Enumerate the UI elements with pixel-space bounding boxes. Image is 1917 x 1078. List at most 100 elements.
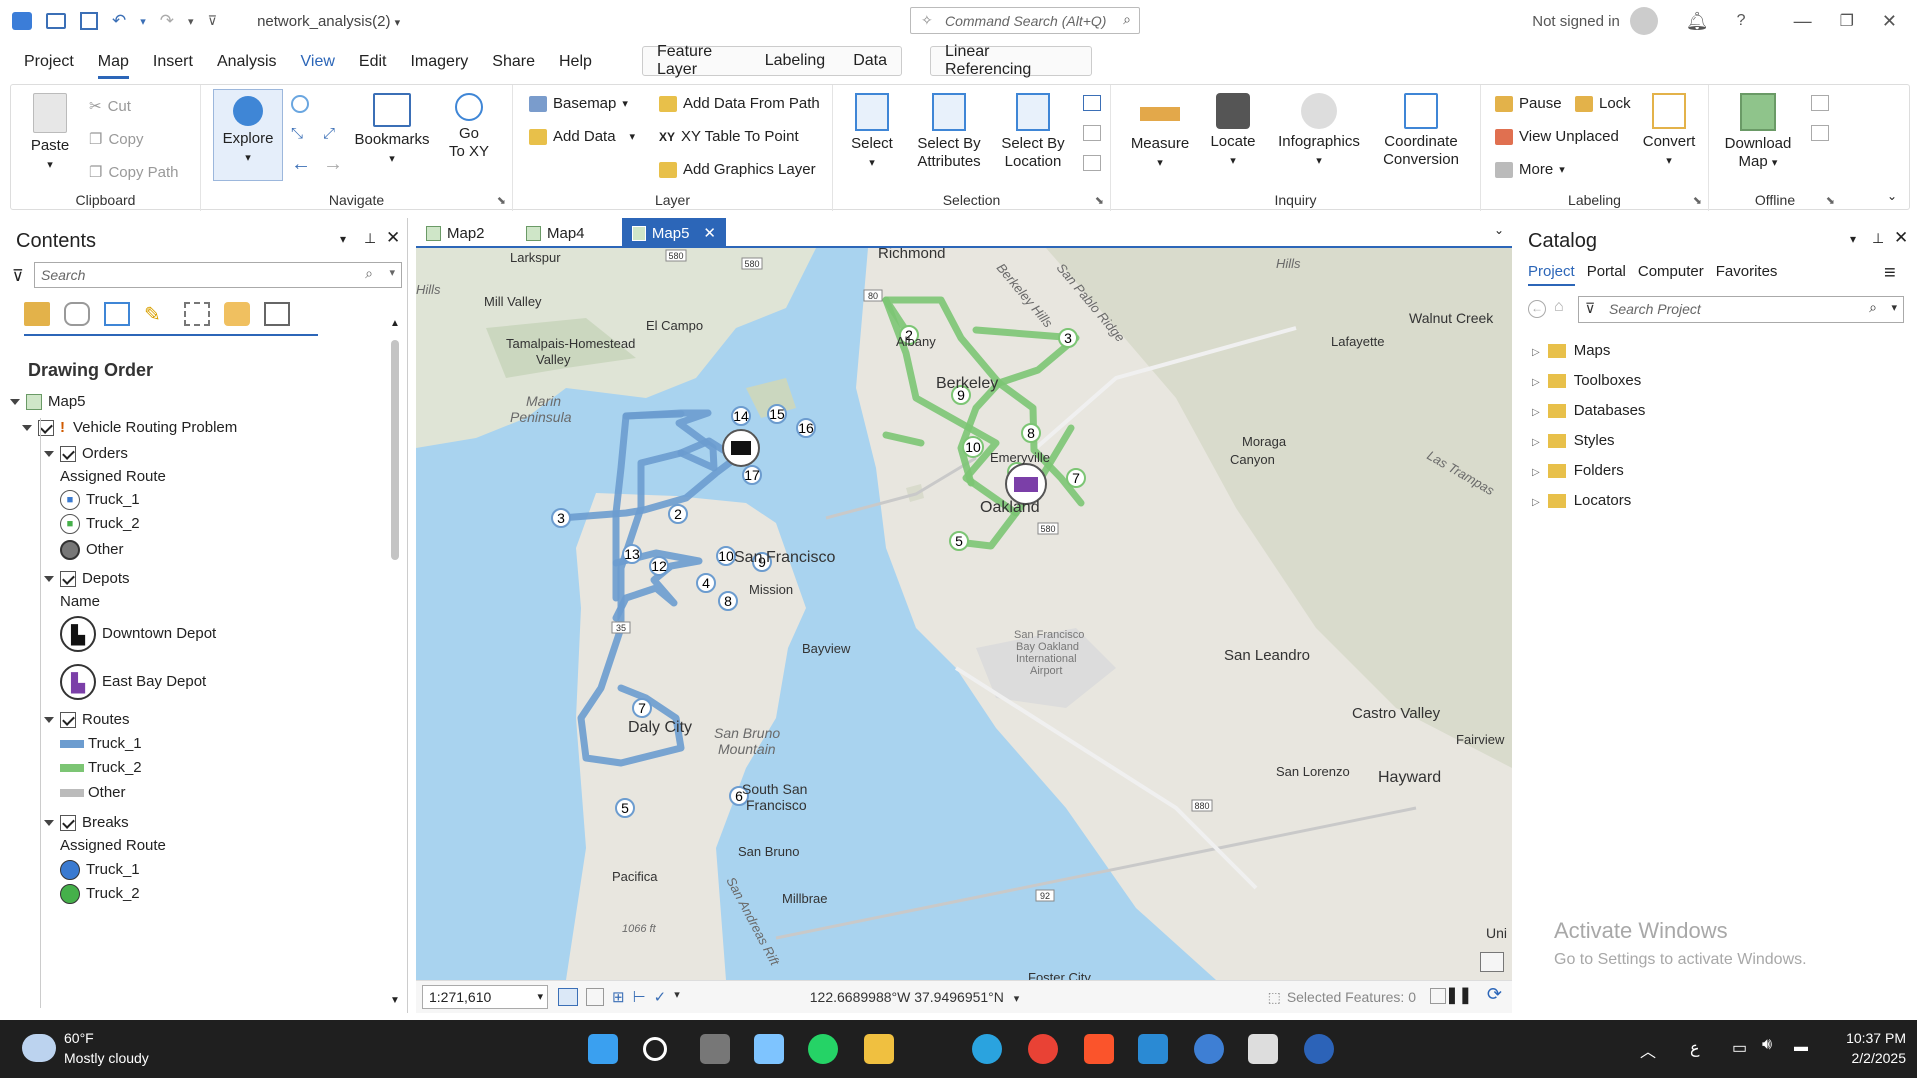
editing-view-icon[interactable]: ✎: [144, 302, 170, 326]
constraints-icon[interactable]: ✓: [654, 988, 667, 1006]
lock-labeling-button[interactable]: Lock: [1575, 95, 1631, 112]
search-icon[interactable]: ⌕: [1123, 11, 1131, 28]
show-hidden-icons[interactable]: ︿: [1640, 1038, 1656, 1062]
bookmarks-button[interactable]: Bookmarks ▾: [353, 93, 431, 168]
convert-button[interactable]: Convert ▾: [1637, 93, 1701, 170]
tab-project[interactable]: Project: [12, 53, 86, 71]
pause-drawing-icon[interactable]: ❚❚: [1445, 985, 1472, 1005]
scroll-thumb[interactable]: [391, 340, 399, 560]
chevron-down-icon[interactable]: ▾: [1014, 993, 1020, 1005]
search-icon[interactable]: [643, 1037, 667, 1061]
minimize-icon[interactable]: —: [1794, 11, 1812, 32]
vscode-icon[interactable]: [1138, 1034, 1168, 1064]
tab-overflow-icon[interactable]: ⌄: [1494, 223, 1504, 237]
search-icon[interactable]: ⌕: [365, 265, 373, 282]
breaks-checkbox[interactable]: [60, 815, 76, 832]
snapping-view-icon[interactable]: [184, 302, 210, 326]
snapping-icon[interactable]: ⊞: [612, 988, 625, 1006]
measure-button[interactable]: Measure ▾: [1129, 93, 1191, 172]
map-node[interactable]: Map5: [10, 393, 86, 411]
tab-edit[interactable]: Edit: [347, 53, 399, 71]
expand-icon[interactable]: ▷: [1532, 347, 1540, 358]
pane-options-icon[interactable]: ▾: [1850, 232, 1856, 246]
vrp-layer[interactable]: ! Vehicle Routing Problem: [22, 419, 237, 437]
full-extent-icon[interactable]: [291, 95, 309, 113]
undo-icon[interactable]: ↶: [112, 11, 126, 31]
contents-search-input[interactable]: Search ⌕ ▾: [34, 262, 402, 288]
grid-icon[interactable]: [558, 988, 578, 1006]
tab-insert[interactable]: Insert: [141, 53, 205, 71]
arcgis-app-icon[interactable]: [1304, 1034, 1334, 1064]
map-view[interactable]: 2 3 9 8 10 6 7 5 14 15 16 18 17 3 2 13 1…: [416, 248, 1512, 980]
avatar[interactable]: [1629, 7, 1658, 35]
clock-time[interactable]: 10:37 PM: [1836, 1030, 1906, 1046]
redo-dropdown-icon[interactable]: ▾: [188, 15, 194, 28]
expand-icon[interactable]: ▷: [1532, 437, 1540, 448]
tab-help[interactable]: Help: [547, 53, 604, 71]
catalog-item-maps[interactable]: ▷ Maps: [1532, 342, 1610, 359]
back-icon[interactable]: ←: [1528, 300, 1546, 318]
scroll-down-icon[interactable]: ▼: [390, 995, 400, 1006]
tab-imagery[interactable]: Imagery: [398, 53, 480, 71]
tab-map4[interactable]: Map4: [516, 218, 595, 248]
language-indicator[interactable]: ع: [1690, 1038, 1700, 1058]
selected-features-status[interactable]: ⬚ Selected Features: 0: [1268, 989, 1416, 1006]
select-by-location-button[interactable]: Select By Location: [993, 93, 1073, 171]
download-map-button[interactable]: Download Map ▾: [1715, 93, 1801, 172]
chevron-down-icon[interactable]: ▾: [1891, 301, 1897, 314]
orders-checkbox[interactable]: [60, 446, 76, 463]
clock-date[interactable]: 2/2/2025: [1836, 1050, 1907, 1066]
breaks-layer[interactable]: Breaks: [44, 814, 129, 832]
close-icon[interactable]: ✕: [703, 224, 716, 242]
basemap-button[interactable]: Basemap ▾: [529, 95, 628, 112]
weather-icon[interactable]: [22, 1034, 56, 1062]
tab-share[interactable]: Share: [480, 53, 547, 71]
redo-icon[interactable]: ↷: [160, 11, 174, 31]
table-grid-icon[interactable]: [586, 988, 604, 1006]
attributes-icon[interactable]: [1083, 95, 1101, 111]
scale-dropdown[interactable]: 1:271,610 ▾: [422, 985, 548, 1009]
home-icon[interactable]: ⌂: [1554, 298, 1564, 316]
pin-icon[interactable]: ⊥: [364, 230, 376, 247]
tab-feature-layer[interactable]: Feature Layer: [643, 43, 751, 79]
fixed-zoom-in-icon[interactable]: ⤡: [291, 125, 303, 142]
undo-dropdown-icon[interactable]: ▾: [140, 15, 146, 28]
arcgis-app-icon[interactable]: [12, 12, 32, 30]
close-icon[interactable]: ✕: [386, 228, 400, 248]
charts-view-icon[interactable]: [264, 302, 290, 326]
catalog-item-styles[interactable]: ▷ Styles: [1532, 432, 1615, 449]
battery-icon[interactable]: ▬: [1794, 1038, 1808, 1054]
volume-icon[interactable]: 🔊︎: [1762, 1036, 1772, 1054]
tab-map2[interactable]: Map2: [416, 218, 495, 248]
pin-icon[interactable]: ⊥: [1872, 230, 1884, 247]
tab-view[interactable]: View: [289, 53, 347, 71]
expand-icon[interactable]: ▷: [1532, 467, 1540, 478]
more-labeling-button[interactable]: More ▾: [1495, 161, 1565, 178]
add-data-from-path-button[interactable]: Add Data From Path: [659, 95, 820, 112]
catalog-tab-project[interactable]: Project: [1528, 263, 1575, 286]
sync-icon[interactable]: [1811, 95, 1829, 111]
coordinate-conversion-button[interactable]: Coordinate Conversion: [1373, 93, 1469, 169]
next-extent-icon[interactable]: →: [323, 153, 343, 176]
depots-layer[interactable]: Depots: [44, 570, 130, 588]
select-by-attributes-button[interactable]: Select By Attributes: [905, 93, 993, 171]
go-to-xy-button[interactable]: Go To XY: [441, 93, 497, 161]
weather-temp[interactable]: 60°F: [64, 1030, 94, 1046]
catalog-item-databases[interactable]: ▷ Databases: [1532, 402, 1645, 419]
catalog-tab-portal[interactable]: Portal: [1587, 263, 1626, 286]
fixed-zoom-out-icon[interactable]: ⤢: [323, 125, 335, 142]
save-icon[interactable]: [80, 12, 98, 30]
task-view-icon[interactable]: [700, 1034, 730, 1064]
weather-text[interactable]: Mostly cloudy: [64, 1050, 149, 1066]
pause-labeling-button[interactable]: Pause: [1495, 95, 1562, 112]
catalog-item-folders[interactable]: ▷ Folders: [1532, 462, 1624, 479]
locate-button[interactable]: Locate ▾: [1205, 93, 1261, 170]
drawing-order-icon[interactable]: [24, 302, 50, 326]
selection-view-icon[interactable]: [104, 302, 130, 326]
expand-icon[interactable]: ▷: [1532, 377, 1540, 388]
sign-in-status[interactable]: Not signed in: [1532, 13, 1620, 30]
depots-checkbox[interactable]: [60, 571, 76, 588]
brave-icon[interactable]: [1084, 1034, 1114, 1064]
view-unplaced-button[interactable]: View Unplaced: [1495, 128, 1619, 145]
open-folder-icon[interactable]: [46, 13, 66, 29]
